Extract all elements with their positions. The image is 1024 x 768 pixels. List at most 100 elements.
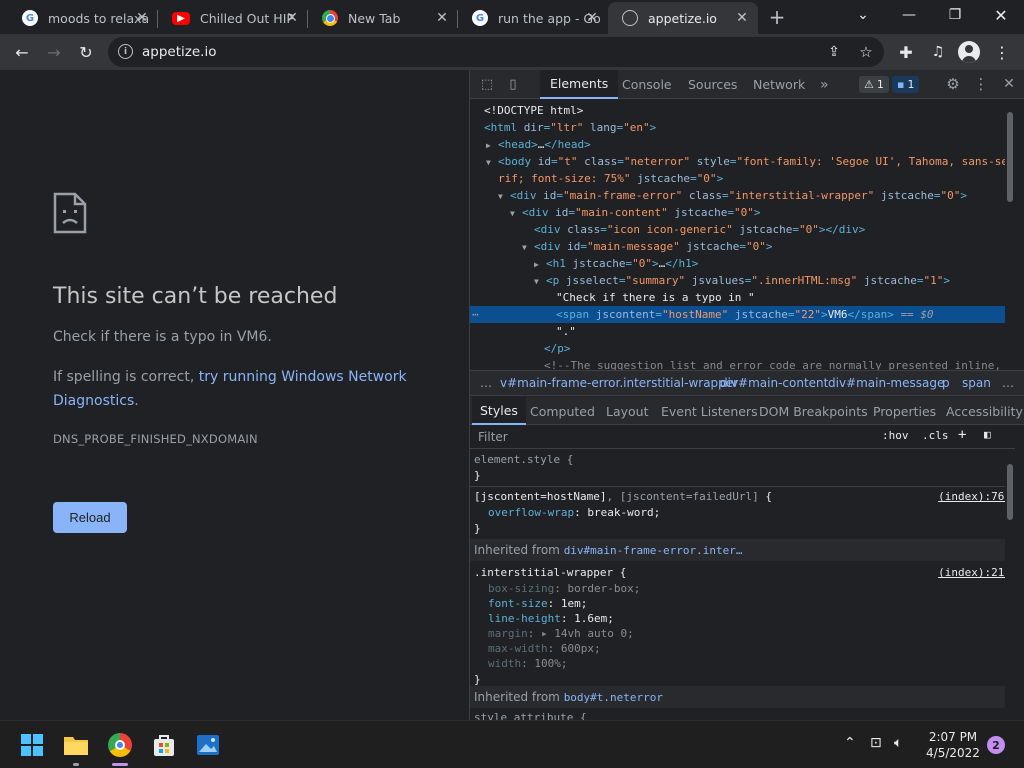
hover-state-toggle[interactable]: :hov (882, 429, 909, 442)
css-declaration[interactable]: max-width: 600px; (474, 641, 1010, 656)
styles-scrollbar[interactable] (1005, 450, 1015, 720)
network-icon[interactable]: ⊡ (870, 735, 882, 751)
close-devtools-icon[interactable]: ✕ (1000, 75, 1018, 93)
tab-5-active[interactable]: appetize.io ✕ (608, 2, 758, 34)
profile-avatar[interactable] (958, 41, 980, 63)
warnings-badge[interactable]: ⚠ 1 (859, 76, 889, 93)
breadcrumb-overflow[interactable]: … (480, 376, 492, 390)
address-bar[interactable]: i appetize.io ⇪ ☆ (108, 37, 884, 67)
dom-line[interactable]: "." (470, 323, 1015, 340)
css-declaration[interactable]: overflow-wrap: break-word; (474, 505, 1010, 520)
inherited-link[interactable]: body#t.neterror (564, 691, 663, 704)
rule-interstitial-wrapper[interactable]: .interstitial-wrapper { (474, 565, 1010, 580)
dom-line[interactable]: ▼ <div id="main-message" jstcache="0"> (470, 238, 1015, 255)
tab-event-listeners[interactable]: Event Listeners (653, 397, 766, 425)
extensions-puzzle-icon[interactable]: ✚ (892, 38, 920, 66)
file-explorer-icon[interactable] (62, 731, 90, 759)
tab-3[interactable]: New Tab ✕ (308, 2, 458, 34)
dom-line[interactable]: ▶ <head>…</head> (470, 136, 1015, 153)
tab-styles[interactable]: Styles (472, 397, 526, 425)
breadcrumb-span[interactable]: span (962, 376, 991, 390)
dom-line[interactable]: <html dir="ltr" lang="en"> (470, 119, 1015, 136)
bookmark-star-icon[interactable]: ☆ (852, 38, 880, 66)
tab-layout[interactable]: Layout (598, 397, 657, 425)
styles-filter-input[interactable] (472, 427, 872, 447)
media-control-icon[interactable]: ♫ (924, 38, 952, 66)
dom-line[interactable]: "Check if there is a typo in " (470, 289, 1015, 306)
share-icon[interactable]: ⇪ (820, 38, 848, 66)
tab-search-chevron-icon[interactable]: ⌄ (840, 0, 886, 30)
tab-accessibility[interactable]: Accessibility (938, 397, 1024, 425)
tab-4[interactable]: G run the app - Go ✕ (458, 2, 608, 34)
dom-tree[interactable]: <!DOCTYPE html> <html dir="ltr" lang="en… (470, 100, 1015, 370)
css-declaration[interactable]: line-height: 1.6em; (474, 611, 1010, 626)
dom-line[interactable]: ▶ <h1 jstcache="0">…</h1> (470, 255, 1015, 272)
breadcrumb-p[interactable]: p (942, 376, 950, 390)
notification-badge[interactable]: 2 (987, 736, 1005, 754)
settings-gear-icon[interactable]: ⚙ (944, 75, 962, 93)
dom-line-selected[interactable]: ⋯ <span jscontent="hostName" jstcache="22… (470, 306, 1015, 323)
computed-sidebar-toggle-icon[interactable]: ◧ (984, 428, 991, 441)
close-icon[interactable]: ✕ (432, 8, 452, 28)
dom-line[interactable]: <div class="icon icon-generic" jstcache=… (470, 221, 1015, 238)
tab-properties[interactable]: Properties (865, 397, 944, 425)
dom-line[interactable]: <!--The suggestion list and error code a… (470, 357, 1015, 370)
tab-1[interactable]: G moods to relaxa ✕ (8, 2, 158, 34)
inspect-element-icon[interactable]: ⬚ (478, 75, 496, 93)
breadcrumb-main-message[interactable]: div#main-message (828, 376, 944, 390)
reload-button[interactable]: Reload (53, 502, 127, 533)
dom-line[interactable]: ▼ <p jsselect="summary" jsvalues=".innerH… (470, 272, 1015, 289)
tab-dom-breakpoints[interactable]: DOM Breakpoints (751, 397, 876, 425)
dom-line[interactable]: ▼ <div id="main-content" jstcache="0"> (470, 204, 1015, 221)
dom-line[interactable]: <!DOCTYPE html> (470, 102, 1015, 119)
rule-element-style[interactable]: element.style { (474, 452, 1010, 467)
url-text[interactable]: appetize.io (142, 44, 216, 60)
close-icon[interactable]: ✕ (732, 8, 752, 28)
volume-icon[interactable]: 🔈︎ (894, 735, 902, 751)
back-button[interactable]: ← (8, 38, 36, 66)
css-declaration[interactable]: font-size: 1em; (474, 596, 1010, 611)
breadcrumb-overflow-end[interactable]: … (1002, 376, 1014, 390)
devtools-menu-icon[interactable]: ⋮ (972, 75, 990, 93)
photos-icon[interactable] (194, 731, 222, 759)
add-rule-icon[interactable]: + (958, 427, 966, 443)
forward-button[interactable]: → (40, 38, 68, 66)
store-icon[interactable] (150, 731, 178, 759)
restore-button[interactable]: ❐ (932, 0, 978, 30)
system-clock[interactable]: 2:07 PM 4/5/2022 (922, 729, 984, 761)
close-icon[interactable]: ✕ (132, 8, 152, 28)
tab-network[interactable]: Network (743, 70, 815, 99)
new-tab-button[interactable]: + (766, 5, 788, 29)
menu-kebab-icon[interactable]: ⋮ (988, 38, 1016, 66)
chrome-taskbar-icon[interactable] (106, 731, 134, 759)
rule-jscontent-selector[interactable]: [jscontent=hostName], [jscontent=failedU… (474, 489, 1010, 504)
css-declaration[interactable]: box-sizing: border-box; (474, 581, 1010, 596)
inherited-link[interactable]: div#main-frame-error.inter… (564, 544, 743, 557)
tab-console[interactable]: Console (612, 70, 682, 99)
show-hidden-icons-chevron-icon[interactable]: ⌃ (844, 735, 856, 751)
tab-2[interactable]: ▶ Chilled Out HIP ✕ (158, 2, 308, 34)
dom-line[interactable]: </p> (470, 340, 1015, 357)
css-declaration[interactable]: margin: ▸ 14vh auto 0; (474, 626, 1010, 641)
close-icon[interactable]: ✕ (582, 8, 602, 28)
rule-style-attribute[interactable]: style attribute { (474, 710, 1010, 720)
tab-computed[interactable]: Computed (522, 397, 603, 425)
close-window-button[interactable]: ✕ (978, 0, 1024, 30)
windows-start-icon[interactable] (18, 731, 46, 759)
tab-elements[interactable]: Elements (540, 70, 619, 99)
breadcrumb-main-frame-error[interactable]: v#main-frame-error.interstitial-wrapper (500, 376, 738, 390)
more-tabs-button[interactable]: » (810, 70, 839, 99)
source-link[interactable]: (index):765 (938, 489, 1011, 504)
close-icon[interactable]: ✕ (282, 8, 302, 28)
info-icon[interactable]: i (118, 44, 133, 59)
device-toolbar-icon[interactable]: ▯ (504, 75, 522, 93)
source-link[interactable]: (index):214 (938, 565, 1011, 580)
reload-icon[interactable]: ↻ (72, 38, 100, 66)
breadcrumb-main-content[interactable]: div#main-content (720, 376, 828, 390)
dom-line[interactable]: ▼ <body id="t" class="neterror" style="fo… (470, 153, 1015, 170)
dom-scrollbar[interactable] (1005, 100, 1015, 370)
styles-pane[interactable]: element.style { } [jscontent=hostName], … (470, 450, 1015, 720)
css-declaration[interactable]: width: 100%; (474, 656, 1010, 671)
dom-line[interactable]: rif; font-size: 75%" jstcache="0"> (470, 170, 1015, 187)
tab-sources[interactable]: Sources (678, 70, 747, 99)
